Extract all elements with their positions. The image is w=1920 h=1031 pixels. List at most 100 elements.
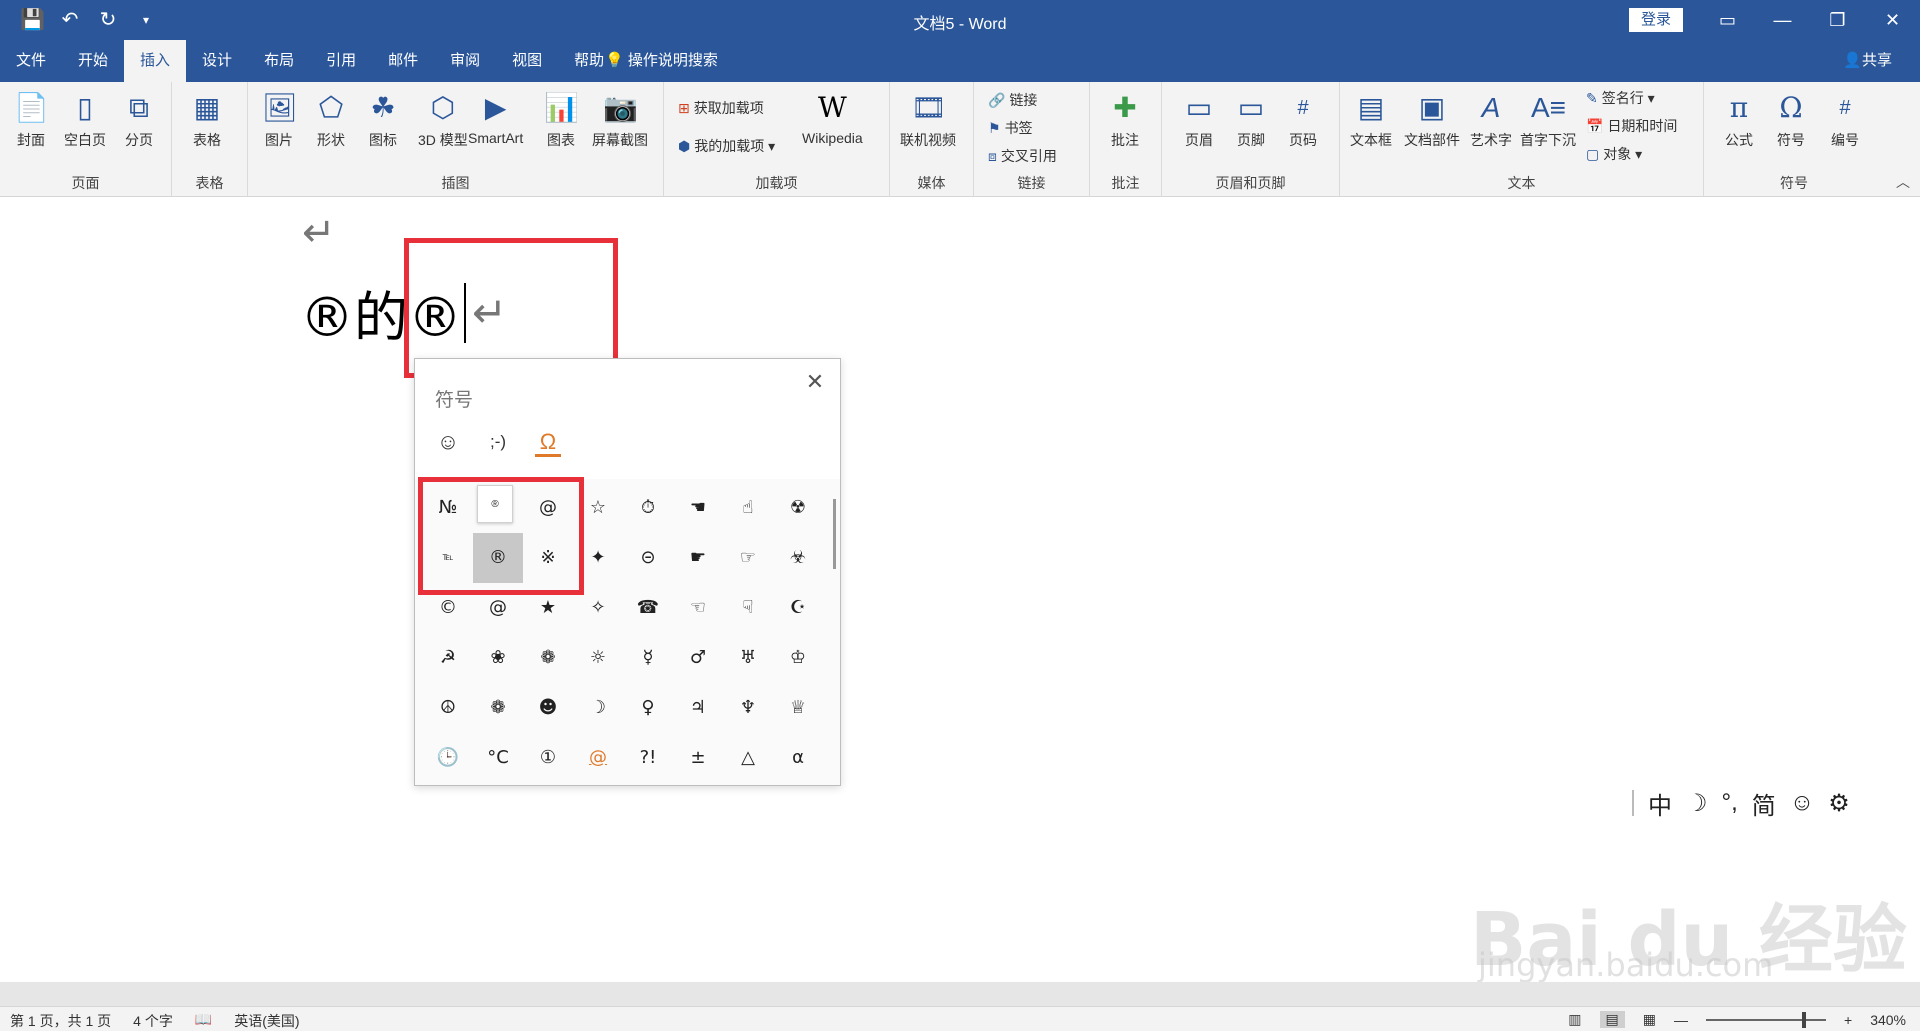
link-button[interactable]: 🔗 链接: [988, 90, 1037, 110]
shapes-button[interactable]: ⬠ 形状: [314, 90, 348, 150]
header-button[interactable]: ▭ 页眉: [1182, 90, 1216, 150]
my-addins-button[interactable]: ⬢ 我的加载项 ▾: [678, 136, 775, 156]
ribbon-display-icon[interactable]: ▭: [1700, 0, 1755, 40]
symbol-cell[interactable]: ☼: [573, 633, 623, 683]
tell-me-search[interactable]: 💡 操作说明搜索: [605, 40, 718, 82]
minimize-icon[interactable]: —: [1755, 0, 1810, 40]
collapse-ribbon-icon[interactable]: ︿: [1896, 172, 1910, 192]
page-count[interactable]: 第 1 页，共 1 页: [10, 1011, 111, 1031]
symbol-cell[interactable]: ①: [523, 733, 573, 783]
tab-references[interactable]: 引用: [310, 40, 372, 82]
simplified-toggle[interactable]: 简: [1752, 786, 1776, 821]
zoom-level[interactable]: 340%: [1870, 1012, 1906, 1028]
footer-button[interactable]: ▭ 页脚: [1234, 90, 1268, 150]
get-addins-button[interactable]: ⊞ 获取加载项: [678, 98, 764, 118]
wordart-button[interactable]: A 艺术字: [1470, 90, 1512, 150]
share-button[interactable]: 👤共享: [1843, 40, 1892, 82]
signature-line-button[interactable]: ✎ 签名行 ▾: [1586, 88, 1655, 108]
symbol-cell[interactable]: ⊝: [623, 533, 673, 583]
close-icon[interactable]: ✕: [1865, 0, 1920, 40]
tab-file[interactable]: 文件: [0, 40, 62, 82]
close-icon[interactable]: ✕: [802, 369, 828, 395]
symbol-button[interactable]: Ω 符号: [1774, 90, 1808, 150]
number-button[interactable]: # 编号: [1828, 90, 1862, 150]
web-layout-icon[interactable]: ▦: [1643, 1011, 1656, 1028]
symbol-cell[interactable]: ❀: [473, 633, 523, 683]
symbol-cell[interactable]: ♕: [773, 683, 823, 733]
icons-button[interactable]: ☘ 图标: [366, 90, 400, 150]
date-time-button[interactable]: 📅 日期和时间: [1586, 116, 1677, 136]
table-button[interactable]: ▦ 表格: [190, 90, 224, 150]
symbol-cell[interactable]: @: [573, 733, 623, 783]
symbol-cell[interactable]: ♅: [723, 633, 773, 683]
symbols-category-tab[interactable]: Ω: [535, 427, 561, 457]
symbol-cell[interactable]: ❁: [523, 633, 573, 683]
symbol-cell[interactable]: △: [723, 733, 773, 783]
symbol-cell[interactable]: ☮: [423, 683, 473, 733]
symbol-cell[interactable]: ☛: [673, 533, 723, 583]
symbol-cell[interactable]: ?!: [623, 733, 673, 783]
symbol-scrollbar[interactable]: [833, 499, 836, 569]
cover-page-button[interactable]: 📄 封面: [14, 90, 49, 150]
quick-parts-button[interactable]: ▣ 文档部件: [1404, 90, 1460, 150]
symbol-cell[interactable]: ☞: [723, 533, 773, 583]
punctuation-toggle[interactable]: °,: [1722, 789, 1738, 817]
symbol-cell[interactable]: ☻: [523, 683, 573, 733]
symbol-cell[interactable]: ⏱: [623, 483, 673, 533]
symbol-cell[interactable]: ☭: [423, 633, 473, 683]
new-comment-button[interactable]: ✚ 批注: [1108, 90, 1142, 150]
tab-design[interactable]: 设计: [186, 40, 248, 82]
tab-review[interactable]: 审阅: [434, 40, 496, 82]
symbol-cell[interactable]: ☽: [573, 683, 623, 733]
document-canvas[interactable]: ↵ ®的® ↵: [0, 198, 1920, 982]
tab-home[interactable]: 开始: [62, 40, 124, 82]
ime-language-toggle[interactable]: 中: [1648, 786, 1672, 821]
pictures-button[interactable]: 🖼 图片: [262, 90, 298, 150]
read-mode-icon[interactable]: ▥: [1568, 1011, 1581, 1028]
symbol-cell[interactable]: ☎: [623, 583, 673, 633]
page-number-button[interactable]: # 页码: [1286, 90, 1320, 150]
symbol-cell[interactable]: ±: [673, 733, 723, 783]
cross-reference-button[interactable]: ⧈ 交叉引用: [988, 146, 1057, 166]
ime-drag-handle[interactable]: [1632, 790, 1634, 816]
tab-layout[interactable]: 布局: [248, 40, 310, 82]
symbol-cell[interactable]: °C: [473, 733, 523, 783]
proofing-icon[interactable]: 📖: [195, 1011, 212, 1031]
symbol-cell[interactable]: ☜: [673, 583, 723, 633]
symbol-cell[interactable]: α: [773, 733, 823, 783]
symbol-cell[interactable]: ☟: [723, 583, 773, 633]
maximize-icon[interactable]: ❐: [1810, 0, 1865, 40]
zoom-slider-thumb[interactable]: [1802, 1011, 1806, 1028]
gear-icon[interactable]: ⚙: [1828, 789, 1850, 818]
chart-button[interactable]: 📊 图表: [544, 90, 579, 150]
symbol-cell[interactable]: ☚: [673, 483, 723, 533]
language-indicator[interactable]: 英语(美国): [234, 1011, 299, 1031]
moon-icon[interactable]: ☽: [1686, 789, 1708, 818]
symbol-cell[interactable]: ♀: [623, 683, 673, 733]
kaomoji-category-tab[interactable]: ;-): [485, 427, 511, 457]
symbol-cell[interactable]: ☣: [773, 533, 823, 583]
equation-button[interactable]: π 公式: [1722, 90, 1756, 150]
online-video-button[interactable]: 🎞 联机视频: [900, 90, 956, 150]
word-count[interactable]: 4 个字: [133, 1011, 173, 1031]
zoom-slider[interactable]: [1706, 1011, 1826, 1028]
symbol-cell[interactable]: ♔: [773, 633, 823, 683]
object-button[interactable]: ▢ 对象 ▾: [1586, 144, 1642, 164]
smartart-button[interactable]: ▶ SmartArt: [468, 90, 523, 146]
symbol-cell[interactable]: ☝: [723, 483, 773, 533]
zoom-in-icon[interactable]: +: [1844, 1012, 1852, 1028]
tab-mailings[interactable]: 邮件: [372, 40, 434, 82]
symbol-cell[interactable]: ♂: [673, 633, 723, 683]
page-break-button[interactable]: ⧉ 分页: [122, 90, 156, 150]
login-button[interactable]: 登录: [1629, 8, 1683, 32]
tab-insert[interactable]: 插入: [124, 40, 187, 82]
screenshot-button[interactable]: 📷 屏幕截图: [592, 90, 648, 150]
zoom-out-icon[interactable]: —: [1674, 1012, 1688, 1028]
print-layout-icon[interactable]: ▤: [1599, 1011, 1625, 1028]
drop-cap-button[interactable]: A≡ 首字下沉: [1520, 90, 1576, 150]
symbol-cell[interactable]: 🕒: [423, 733, 473, 783]
text-box-button[interactable]: ▤ 文本框: [1350, 90, 1392, 150]
emoji-icon[interactable]: ☺: [1790, 789, 1815, 817]
symbol-cell[interactable]: ☿: [623, 633, 673, 683]
emoji-category-tab[interactable]: ☺: [435, 427, 461, 457]
